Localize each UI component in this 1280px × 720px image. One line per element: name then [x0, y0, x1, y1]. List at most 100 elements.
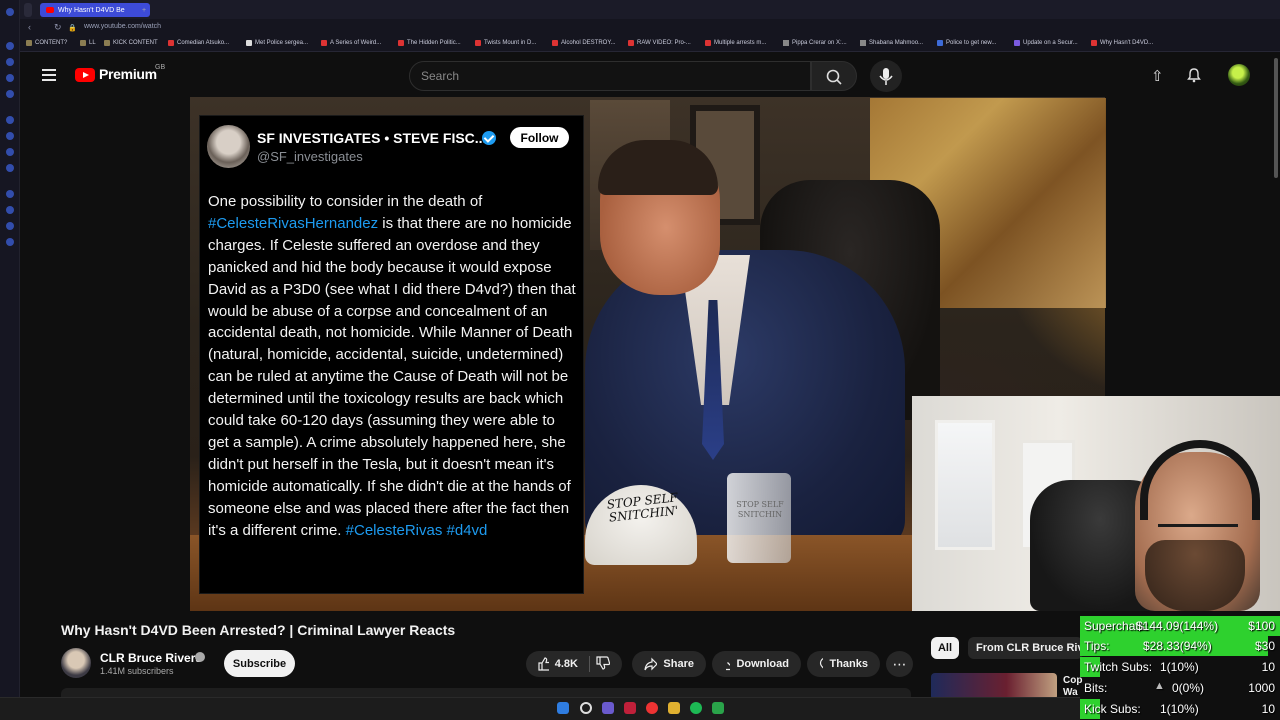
chip-from-channel[interactable]: From CLR Bruce Rivers	[968, 637, 1083, 659]
dislike-button[interactable]	[596, 655, 611, 673]
youtube-favicon-icon	[475, 40, 481, 46]
bookmark-item[interactable]: LL	[80, 40, 96, 46]
tab-list-icon[interactable]	[24, 3, 32, 17]
bookmark-item[interactable]: Police to get new...	[937, 40, 996, 46]
file-explorer-icon[interactable]	[668, 702, 680, 714]
page-scrollbar[interactable]	[1274, 58, 1278, 178]
share-button[interactable]: Share	[632, 651, 706, 677]
bookmark-item[interactable]: Alcohol DESTROY...	[552, 40, 616, 46]
goal-target: $30	[1254, 639, 1275, 653]
sidebar-app-icon[interactable]	[6, 164, 14, 172]
sidebar-app-icon[interactable]	[6, 8, 14, 16]
bookmark-item[interactable]: Met Police sergea...	[246, 40, 308, 46]
goal-twitch-subs: Twitch Subs: 1(10%) 10	[1080, 657, 1280, 677]
upload-icon[interactable]: ⇧	[1151, 67, 1164, 85]
page-favicon-icon	[246, 40, 252, 46]
thanks-button[interactable]: $ Thanks	[807, 651, 880, 677]
download-icon	[726, 658, 731, 671]
goal-tips: Tips: $28.33(94%) $30	[1080, 636, 1280, 656]
bookmark-label: Shabana Mahmoo...	[869, 40, 924, 46]
spotify-icon[interactable]	[690, 702, 702, 714]
hamburger-menu-icon[interactable]	[42, 69, 56, 81]
bookmark-label: Multiple arrests m...	[714, 40, 767, 46]
microphone-icon	[879, 68, 893, 85]
hashtag: #d4vd	[446, 521, 488, 539]
tweet-author-name: SF INVESTIGATES • STEVE FISC...	[257, 130, 487, 146]
youtube-favicon-icon	[628, 40, 634, 46]
sidebar-app-icon[interactable]	[6, 74, 14, 82]
recommended-video-thumbnail[interactable]	[931, 673, 1057, 700]
bookmark-item[interactable]: Why Hasn't D4VD...	[1091, 40, 1153, 46]
goal-target: $100	[1248, 619, 1275, 633]
streamer-beard	[1145, 540, 1245, 611]
youtube-logo-icon[interactable]	[75, 68, 95, 82]
sidebar-app-icon[interactable]	[6, 132, 14, 140]
share-arrow-icon	[644, 657, 658, 671]
search-input[interactable]	[409, 61, 811, 91]
bookmark-item[interactable]: CONTENT?	[26, 40, 67, 46]
bookmark-label: LL	[89, 40, 96, 46]
sidebar-app-icon[interactable]	[6, 190, 14, 198]
youtube-favicon-icon	[321, 40, 327, 46]
sidebar-app-icon[interactable]	[6, 222, 14, 230]
search-button[interactable]	[811, 61, 857, 91]
bookmark-item[interactable]: A Series of Weird...	[321, 40, 381, 46]
new-tab-button[interactable]: +	[136, 3, 152, 17]
notifications-bell-icon[interactable]	[1186, 67, 1202, 88]
youtube-favicon-icon	[168, 40, 174, 46]
search-icon[interactable]	[580, 702, 592, 714]
windows-start-icon[interactable]	[557, 702, 569, 714]
bookmark-item[interactable]: RAW VIDEO: Pro-...	[628, 40, 691, 46]
xbox-icon[interactable]	[712, 702, 724, 714]
bookmark-item[interactable]: Multiple arrests m...	[705, 40, 766, 46]
sidebar-app-icon[interactable]	[6, 238, 14, 246]
bookmark-item[interactable]: Comedian Atsuko...	[168, 40, 229, 46]
subscribe-button[interactable]: Subscribe	[224, 650, 295, 677]
goal-label: Kick Subs:	[1084, 702, 1141, 716]
bookmark-label: RAW VIDEO: Pro-...	[637, 40, 691, 46]
download-label: Download	[736, 658, 789, 670]
sidebar-app-icon[interactable]	[6, 42, 14, 50]
chip-all[interactable]: All	[931, 637, 959, 659]
back-arrow-icon[interactable]: ‹	[28, 22, 31, 32]
channel-verified-icon	[195, 652, 205, 662]
more-actions-button[interactable]: ⋯	[886, 651, 913, 677]
bookmark-item[interactable]: KICK CONTENT	[104, 40, 158, 46]
goal-value: 0(0%)	[1172, 681, 1205, 695]
sidebar-app-icon[interactable]	[6, 148, 14, 156]
bookmark-label: Police to get new...	[946, 40, 997, 46]
reload-icon[interactable]: ↻	[54, 22, 62, 33]
goal-value: 1(10%)	[1160, 702, 1199, 716]
tweet-text-part: One possibility to consider in the death…	[208, 193, 483, 210]
channel-avatar[interactable]	[61, 648, 91, 678]
bookmark-label: The Hidden Politic...	[407, 40, 461, 46]
chrome-icon[interactable]	[646, 702, 658, 714]
sidebar-app-icon[interactable]	[6, 206, 14, 214]
download-button[interactable]: Download	[712, 651, 801, 677]
bits-triangle-icon: ▲	[1154, 680, 1165, 692]
youtube-favicon-icon	[46, 7, 54, 13]
account-avatar[interactable]	[1228, 64, 1250, 86]
url-text[interactable]: www.youtube.com/watch	[84, 23, 161, 30]
bookmark-item[interactable]: Pippa Crerar on X:...	[783, 40, 847, 46]
youtube-favicon-icon	[705, 40, 711, 46]
sidebar-app-icon[interactable]	[6, 116, 14, 124]
voice-search-button[interactable]	[870, 60, 902, 92]
bookmark-item[interactable]: Update on a Secur...	[1014, 40, 1078, 46]
folder-icon	[104, 40, 110, 46]
address-bar: ‹ ↻ 🔒 www.youtube.com/watch	[20, 19, 1280, 38]
bookmark-item[interactable]: The Hidden Politic...	[398, 40, 461, 46]
sidebar-app-icon[interactable]	[6, 90, 14, 98]
discord-icon[interactable]	[602, 702, 614, 714]
opera-browser-icon[interactable]	[624, 702, 636, 714]
tweet-handle: @SF_investigates	[257, 149, 363, 164]
like-button[interactable]: 4.8K	[526, 651, 622, 677]
channel-name[interactable]: CLR Bruce Rivers	[100, 651, 202, 665]
tab-active[interactable]: Why Hasn't D4VD Be	[40, 3, 150, 17]
premium-logo-text[interactable]: Premium	[99, 66, 157, 82]
bookmark-item[interactable]: Shabana Mahmoo...	[860, 40, 923, 46]
tweet-text-part: is that there are no homicide charges. I…	[208, 214, 576, 539]
bookmark-item[interactable]: Twists Mount in D...	[475, 40, 536, 46]
sidebar-app-icon[interactable]	[6, 58, 14, 66]
follow-button: Follow	[510, 127, 569, 148]
